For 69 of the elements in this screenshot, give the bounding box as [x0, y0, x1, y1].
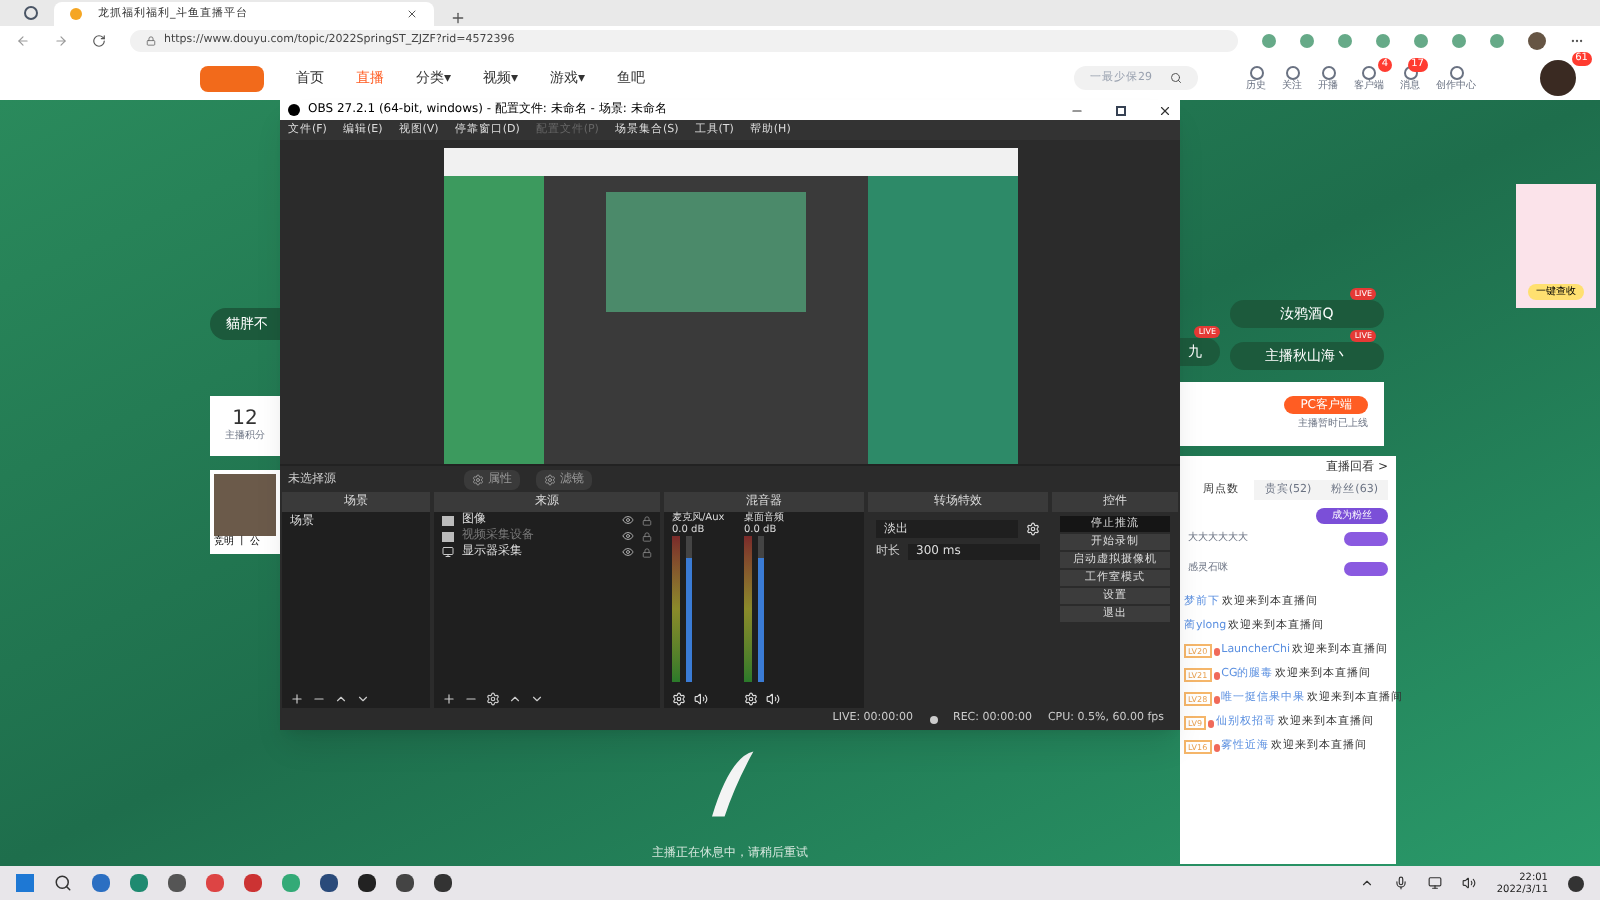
monitor-icon	[442, 546, 454, 558]
medal-icon	[1213, 647, 1220, 655]
add-icon[interactable]	[442, 691, 456, 705]
maximize-icon[interactable]	[1116, 105, 1126, 115]
site-logo[interactable]	[200, 65, 264, 91]
refresh-icon[interactable]	[92, 34, 106, 48]
lock-icon[interactable]	[642, 531, 652, 541]
app-icon	[130, 874, 148, 892]
extension-icon	[1300, 34, 1314, 48]
medal-icon	[1213, 671, 1220, 679]
settings-icon[interactable]	[1026, 522, 1040, 536]
medal-icon	[1208, 719, 1215, 727]
search-icon[interactable]	[54, 874, 72, 892]
app-icon	[206, 874, 224, 892]
close-icon[interactable]	[406, 8, 418, 20]
eye-icon[interactable]	[622, 530, 634, 542]
eye-icon[interactable]	[622, 514, 634, 526]
app-icon	[168, 874, 186, 892]
app-icon	[282, 874, 300, 892]
lock-icon[interactable]	[642, 547, 652, 557]
tray-expand-icon[interactable]	[1360, 876, 1375, 890]
close-icon[interactable]	[1158, 103, 1172, 117]
settings-icon[interactable]	[486, 691, 500, 705]
photo-placeholder	[214, 474, 276, 535]
gear-icon	[544, 473, 556, 485]
extension-icon	[1338, 34, 1352, 48]
back-icon[interactable]	[16, 34, 30, 48]
add-icon[interactable]	[290, 691, 304, 705]
down-icon[interactable]	[530, 691, 544, 705]
lock-icon[interactable]	[642, 515, 652, 525]
app-icon	[92, 874, 110, 892]
gear-icon	[472, 473, 484, 485]
windows-start-icon	[16, 874, 34, 892]
up-icon[interactable]	[508, 691, 522, 705]
search-icon[interactable]	[1170, 72, 1182, 84]
settings-icon[interactable]	[672, 692, 686, 706]
extension-icon	[1490, 34, 1504, 48]
speaker-icon[interactable]	[766, 692, 780, 706]
extension-icon	[1414, 34, 1428, 48]
fan-badge-icon	[1344, 562, 1388, 576]
eye-icon[interactable]	[622, 546, 634, 558]
volume-icon[interactable]	[1462, 876, 1477, 890]
image-icon	[442, 515, 454, 525]
microphone-icon[interactable]	[1394, 876, 1409, 890]
app-icon	[358, 874, 376, 892]
medal-icon	[1213, 743, 1220, 751]
fan-badge-icon	[1344, 532, 1388, 546]
notification-icon	[1568, 875, 1584, 891]
extension-icon	[1376, 34, 1390, 48]
profile-avatar-icon	[1528, 32, 1546, 50]
camera-icon	[442, 531, 454, 541]
user-avatar[interactable]	[1540, 60, 1576, 96]
lock-icon	[146, 36, 156, 46]
down-icon[interactable]	[356, 691, 370, 705]
extension-icon	[1262, 34, 1276, 48]
speaker-icon[interactable]	[694, 692, 708, 706]
app-icon	[244, 874, 262, 892]
up-icon[interactable]	[334, 691, 348, 705]
score-value: 12	[232, 407, 258, 430]
app-icon	[396, 874, 414, 892]
app-icon	[434, 874, 452, 892]
medal-icon	[1213, 695, 1220, 703]
obs-logo-icon	[288, 104, 300, 116]
more-icon[interactable]	[1570, 34, 1584, 48]
settings-icon[interactable]	[744, 692, 758, 706]
extension-icon	[1452, 34, 1466, 48]
new-tab-icon[interactable]	[450, 10, 466, 26]
forward-icon[interactable]	[54, 34, 68, 48]
app-icon	[320, 874, 338, 892]
